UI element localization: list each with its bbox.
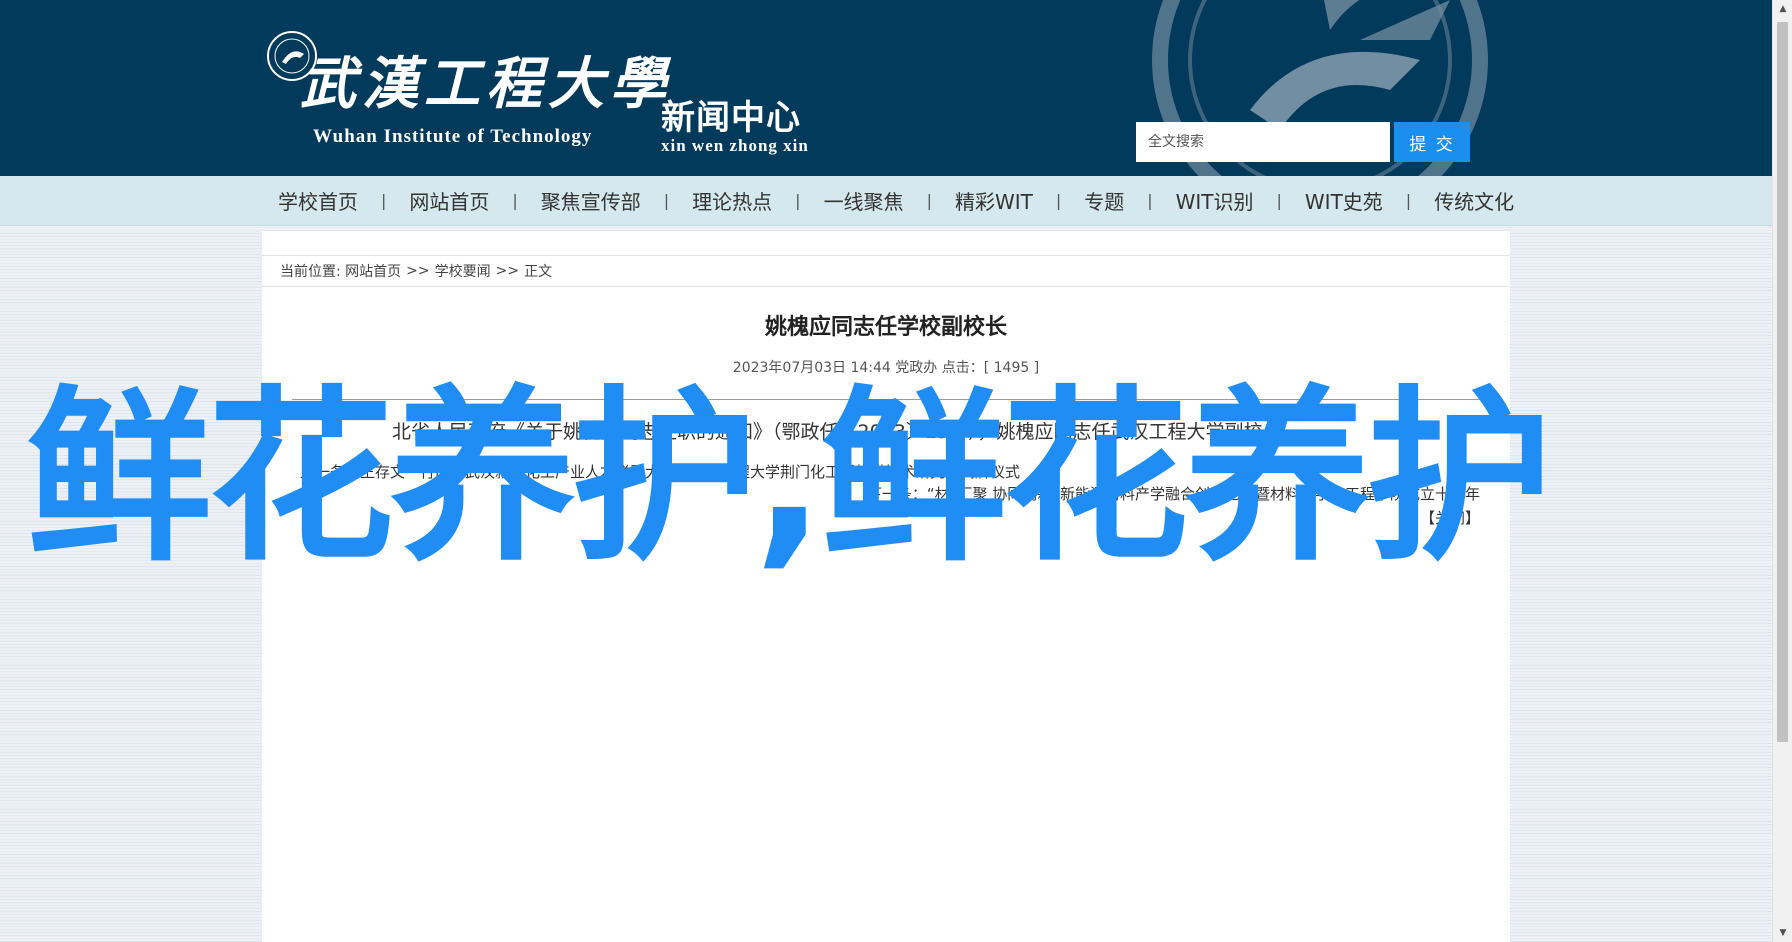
- article-panel: 当前位置: 网站首页 >> 学校要闻 >> 正文 姚槐应同志任学校副校长 202…: [262, 230, 1510, 942]
- breadcrumb: 当前位置: 网站首页 >> 学校要闻 >> 正文: [262, 255, 1510, 287]
- nav-separator: |: [1276, 191, 1282, 210]
- scrollbar-thumb[interactable]: [1777, 22, 1788, 742]
- nav-item-wit-identity[interactable]: WIT识别: [1166, 186, 1264, 215]
- nav-item-theory[interactable]: 理论热点: [682, 186, 782, 215]
- nav-separator: |: [795, 191, 801, 210]
- nav-item-wit-highlights[interactable]: 精彩WIT: [945, 186, 1043, 215]
- nav-item-culture[interactable]: 传统文化: [1424, 186, 1524, 215]
- news-center-title: 新闻中心: [661, 98, 801, 138]
- breadcrumb-separator: >>: [495, 263, 520, 279]
- scroll-up-icon[interactable]: ▲: [1773, 0, 1792, 18]
- nav-item-topics[interactable]: 专题: [1074, 186, 1134, 215]
- vertical-scrollbar[interactable]: ▲ ▼: [1772, 0, 1792, 942]
- nav-separator: |: [1055, 191, 1062, 210]
- nav-separator: |: [1147, 191, 1153, 210]
- nav-separator: |: [1405, 191, 1412, 210]
- main-nav: 学校首页 | 网站首页 | 聚焦宣传部 | 理论热点 | 一线聚焦 | 精彩WI…: [0, 176, 1772, 226]
- scroll-down-icon[interactable]: ▼: [1773, 924, 1792, 942]
- breadcrumb-site-home[interactable]: 网站首页: [345, 261, 401, 281]
- nav-separator: |: [512, 191, 518, 210]
- nav-item-frontline[interactable]: 一线聚焦: [814, 186, 914, 215]
- nav-separator: |: [663, 191, 670, 210]
- breadcrumb-school-news[interactable]: 学校要闻: [435, 261, 491, 281]
- overlay-text: 鲜花养护,鲜花养护: [26, 369, 1553, 586]
- nav-separator: |: [926, 191, 932, 210]
- breadcrumb-separator: >>: [406, 263, 430, 279]
- search-input[interactable]: [1136, 122, 1390, 162]
- school-logo-english: Wuhan Institute of Technology: [313, 126, 593, 147]
- breadcrumb-current: 正文: [524, 264, 553, 280]
- nav-item-publicity[interactable]: 聚焦宣传部: [531, 186, 651, 215]
- school-logo-chinese: 武漢工程大學: [300, 51, 672, 117]
- breadcrumb-prefix: 当前位置:: [280, 264, 341, 280]
- nav-item-site-home[interactable]: 网站首页: [399, 186, 499, 215]
- nav-item-wit-history[interactable]: WIT史苑: [1295, 186, 1393, 215]
- search-submit-button[interactable]: 提 交: [1394, 122, 1470, 162]
- news-center-pinyin: xin wen zhong xin: [661, 136, 809, 155]
- nav-separator: |: [381, 191, 387, 210]
- site-header: 武漢工程大學 Wuhan Institute of Technology 新闻中…: [0, 0, 1772, 176]
- article-title: 姚槐应同志任学校副校长: [764, 315, 1007, 340]
- nav-list: 学校首页 | 网站首页 | 聚焦宣传部 | 理论热点 | 一线聚焦 | 精彩WI…: [268, 176, 1524, 225]
- nav-item-school-home[interactable]: 学校首页: [268, 186, 368, 215]
